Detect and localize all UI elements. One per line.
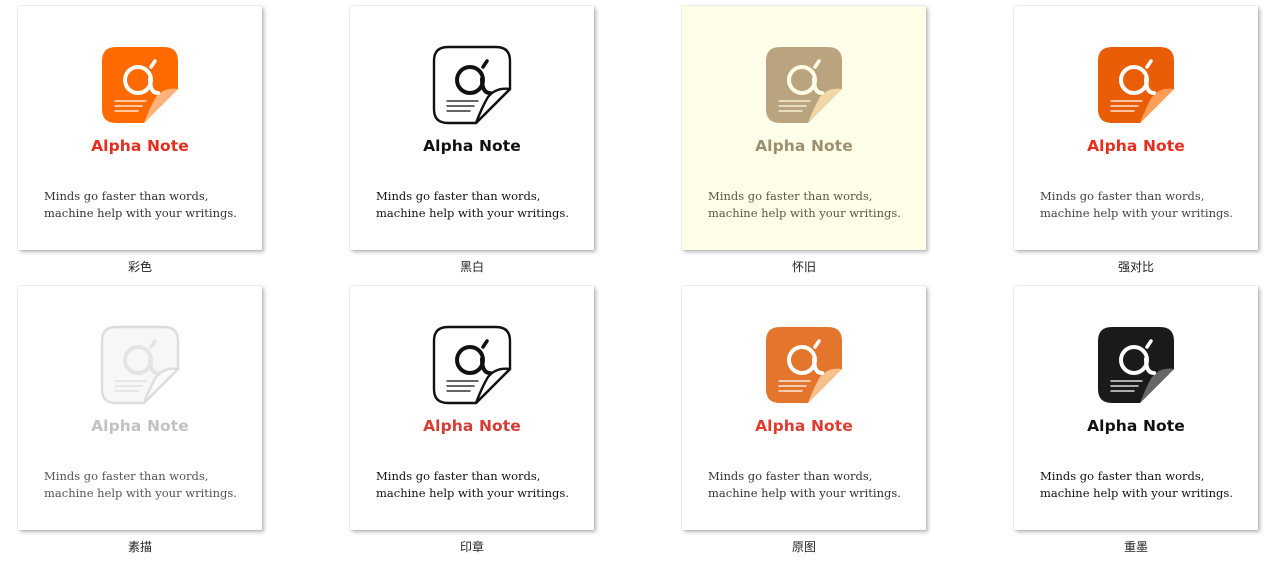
tagline-line-1: Minds go faster than words,: [708, 189, 873, 203]
tagline: Minds go faster than words, machine help…: [376, 468, 569, 502]
tagline-line-2: machine help with your writings.: [1040, 486, 1233, 500]
filter-caption[interactable]: 彩色: [128, 259, 152, 275]
preview-card[interactable]: Alpha Note Minds go faster than words, m…: [18, 6, 262, 250]
tagline-line-2: machine help with your writings.: [708, 486, 901, 500]
filter-tile-colorful[interactable]: Alpha Note Minds go faster than words, m…: [18, 6, 262, 275]
tagline: Minds go faster than words, machine help…: [44, 188, 237, 222]
tagline-line-2: machine help with your writings.: [44, 486, 237, 500]
alpha-note-logo-icon: [432, 45, 512, 125]
app-name: Alpha Note: [1087, 417, 1185, 435]
filter-tile-black-white[interactable]: Alpha Note Minds go faster than words, m…: [350, 6, 594, 275]
app-name: Alpha Note: [755, 417, 853, 435]
filter-caption[interactable]: 怀旧: [792, 259, 816, 275]
tagline-line-2: machine help with your writings.: [44, 206, 237, 220]
filter-gallery: Alpha Note Minds go faster than words, m…: [18, 6, 1258, 555]
filter-tile-original[interactable]: Alpha Note Minds go faster than words, m…: [682, 286, 926, 555]
filter-caption[interactable]: 重墨: [1124, 539, 1148, 555]
alpha-note-logo-icon: [432, 325, 512, 405]
tagline-line-2: machine help with your writings.: [376, 206, 569, 220]
tagline-line-1: Minds go faster than words,: [44, 469, 209, 483]
filter-tile-sketch[interactable]: Alpha Note Minds go faster than words, m…: [18, 286, 262, 555]
app-name: Alpha Note: [1087, 137, 1185, 155]
tagline: Minds go faster than words, machine help…: [708, 188, 901, 222]
alpha-note-logo-icon: [1096, 325, 1176, 405]
tagline: Minds go faster than words, machine help…: [1040, 468, 1233, 502]
alpha-note-logo-icon: [1096, 45, 1176, 125]
alpha-note-logo-icon: [100, 325, 180, 405]
filter-caption[interactable]: 原图: [792, 539, 816, 555]
filter-tile-stamp[interactable]: Alpha Note Minds go faster than words, m…: [350, 286, 594, 555]
app-name: Alpha Note: [423, 137, 521, 155]
tagline-line-1: Minds go faster than words,: [44, 189, 209, 203]
tagline: Minds go faster than words, machine help…: [376, 188, 569, 222]
preview-card[interactable]: Alpha Note Minds go faster than words, m…: [682, 6, 926, 250]
tagline-line-2: machine help with your writings.: [708, 206, 901, 220]
alpha-note-logo-icon: [100, 45, 180, 125]
preview-card[interactable]: Alpha Note Minds go faster than words, m…: [18, 286, 262, 530]
tagline: Minds go faster than words, machine help…: [44, 468, 237, 502]
app-name: Alpha Note: [91, 417, 189, 435]
tagline-line-1: Minds go faster than words,: [376, 469, 541, 483]
filter-tile-vintage[interactable]: Alpha Note Minds go faster than words, m…: [682, 6, 926, 275]
app-name: Alpha Note: [91, 137, 189, 155]
alpha-note-logo-icon: [764, 45, 844, 125]
tagline-line-2: machine help with your writings.: [1040, 206, 1233, 220]
filter-caption[interactable]: 黑白: [460, 259, 484, 275]
app-name: Alpha Note: [423, 417, 521, 435]
filter-tile-heavy-ink[interactable]: Alpha Note Minds go faster than words, m…: [1014, 286, 1258, 555]
tagline-line-1: Minds go faster than words,: [1040, 189, 1205, 203]
preview-card[interactable]: Alpha Note Minds go faster than words, m…: [350, 6, 594, 250]
alpha-note-logo-icon: [764, 325, 844, 405]
filter-tile-high-contrast[interactable]: Alpha Note Minds go faster than words, m…: [1014, 6, 1258, 275]
preview-card[interactable]: Alpha Note Minds go faster than words, m…: [1014, 6, 1258, 250]
tagline-line-1: Minds go faster than words,: [1040, 469, 1205, 483]
app-name: Alpha Note: [755, 137, 853, 155]
preview-card[interactable]: Alpha Note Minds go faster than words, m…: [350, 286, 594, 530]
tagline: Minds go faster than words, machine help…: [708, 468, 901, 502]
tagline-line-2: machine help with your writings.: [376, 486, 569, 500]
filter-caption[interactable]: 素描: [128, 539, 152, 555]
filter-caption[interactable]: 强对比: [1118, 259, 1154, 275]
tagline: Minds go faster than words, machine help…: [1040, 188, 1233, 222]
filter-caption[interactable]: 印章: [460, 539, 484, 555]
tagline-line-1: Minds go faster than words,: [376, 189, 541, 203]
preview-card[interactable]: Alpha Note Minds go faster than words, m…: [682, 286, 926, 530]
preview-card[interactable]: Alpha Note Minds go faster than words, m…: [1014, 286, 1258, 530]
tagline-line-1: Minds go faster than words,: [708, 469, 873, 483]
